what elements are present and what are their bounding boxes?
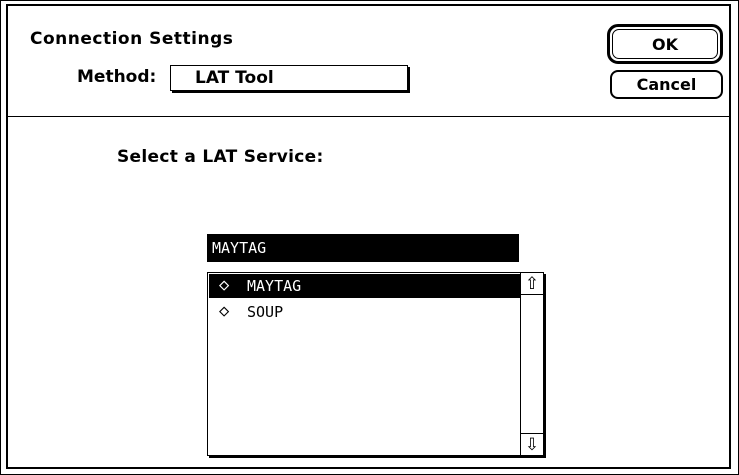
service-prompt: Select a LAT Service: — [117, 147, 324, 167]
service-list[interactable]: ◇ MAYTAG ◇ SOUP ⇧ ⇩ — [207, 272, 544, 456]
scroll-up-arrow-icon[interactable]: ⇧ — [521, 273, 543, 295]
divider — [8, 116, 729, 117]
ok-button[interactable]: OK — [612, 29, 718, 59]
dialog-title: Connection Settings — [30, 29, 234, 49]
service-name-field-value: MAYTAG — [212, 239, 267, 257]
diamond-icon: ◇ — [219, 301, 230, 321]
service-name-field[interactable]: MAYTAG — [207, 234, 519, 262]
vertical-scrollbar[interactable]: ⇧ ⇩ — [520, 273, 543, 455]
list-item-label: SOUP — [247, 303, 284, 321]
list-item[interactable]: ◇ MAYTAG — [209, 274, 520, 298]
method-label: Method: — [77, 67, 157, 87]
scroll-down-arrow-icon[interactable]: ⇩ — [521, 433, 543, 455]
method-popup-menu[interactable]: LAT Tool — [170, 65, 408, 91]
list-item[interactable]: ◇ SOUP — [209, 300, 520, 324]
method-popup-value: LAT Tool — [195, 68, 274, 88]
cancel-button[interactable]: Cancel — [610, 70, 723, 99]
list-item-label: MAYTAG — [247, 277, 302, 295]
diamond-icon: ◇ — [219, 275, 230, 295]
